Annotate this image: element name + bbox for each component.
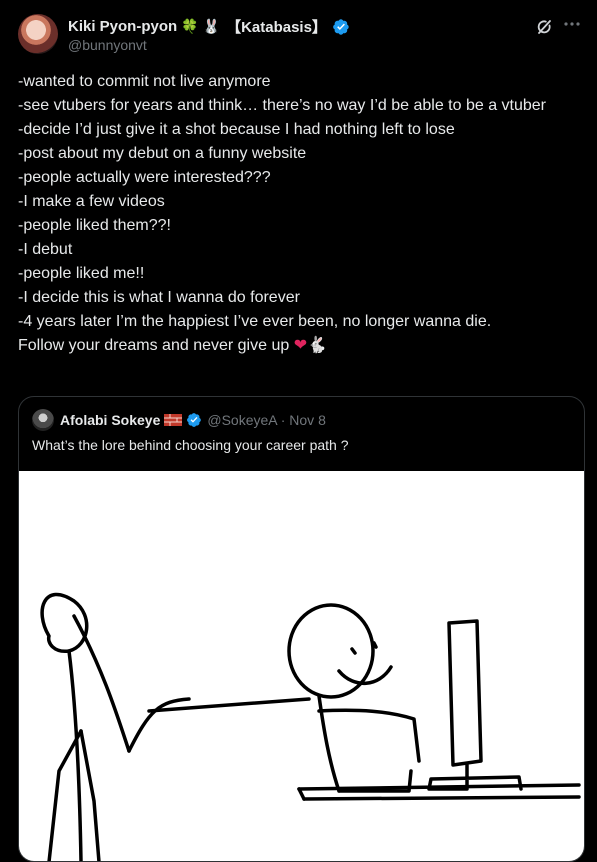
bunny-emoji: 🐰 [202, 18, 221, 35]
tweet-line: -wanted to commit not live anymore [18, 73, 271, 90]
stick-figure-drawing [40, 592, 581, 861]
quoted-verified-badge-icon [187, 413, 202, 427]
quoted-tweet[interactable]: Afolabi Sokeye @SokeyeA · Nov 8 What’s t… [18, 396, 585, 862]
quoted-author-name[interactable]: Afolabi Sokeye [60, 412, 160, 428]
brick-icon [164, 414, 183, 426]
quoted-media-image[interactable] [19, 471, 584, 861]
verified-badge-icon[interactable] [332, 18, 350, 36]
tweet-line: -people liked them??! [18, 217, 171, 234]
grok-icon[interactable] [535, 17, 555, 37]
tweet-line: -4 years later I’m the happiest I’ve eve… [18, 313, 492, 330]
author-display-name[interactable]: Kiki Pyon-pyon [68, 18, 177, 35]
rabbit-emoji: 🐇 [307, 337, 328, 354]
tweet-line: -post about my debut on a funny website [18, 145, 307, 162]
quoted-tweet-text: What’s the lore behind choosing your car… [32, 437, 349, 453]
author-name-row: Kiki Pyon-pyon 🍀 🐰 【Katabasis】 [68, 16, 350, 37]
heart-emoji: ❤ [293, 337, 308, 354]
tweet-body: -wanted to commit not live anymore -see … [18, 70, 583, 358]
tweet-line: -I debut [18, 241, 73, 258]
tweet-line-last: Follow your dreams and never give up ❤🐇 [18, 334, 583, 358]
clover-emoji: 🍀 [181, 18, 199, 35]
author-avatar[interactable] [18, 14, 58, 54]
tweet-line: -people liked me!! [18, 265, 145, 282]
more-icon[interactable] [561, 16, 583, 36]
tweet-line: -decide I’d just give it a shot because … [18, 121, 455, 138]
tweet-line: -see vtubers for years and think… there’… [18, 97, 546, 114]
tweet-line-text: Follow your dreams and never give up [18, 337, 290, 354]
author-tag: 【Katabasis】 [226, 19, 327, 36]
tweet-header: Kiki Pyon-pyon 🍀 🐰 【Katabasis】 @bunnyonv… [18, 14, 583, 60]
tweet-line: -I decide this is what I wanna do foreve… [18, 289, 300, 306]
quoted-handle-date: @SokeyeA · Nov 8 [207, 412, 326, 428]
quoted-author-avatar[interactable] [32, 409, 54, 431]
quoted-tweet-header: Afolabi Sokeye @SokeyeA · Nov 8 [32, 409, 326, 431]
tweet-line: -I make a few videos [18, 193, 165, 210]
author-handle[interactable]: @bunnyonvt [68, 37, 147, 53]
tweet-line: -people actually were interested??? [18, 169, 271, 186]
